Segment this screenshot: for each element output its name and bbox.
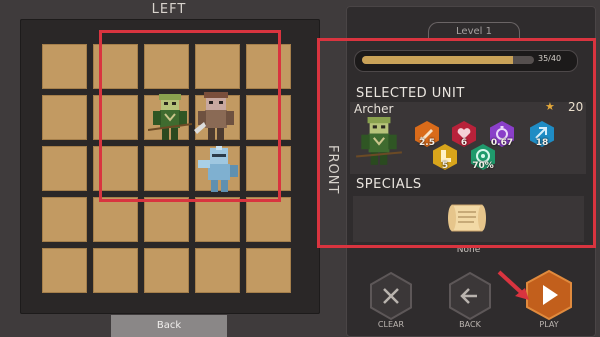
- grid-tile[interactable]: [42, 95, 87, 140]
- back-button[interactable]: Back: [111, 315, 227, 337]
- grid-tile[interactable]: [144, 197, 189, 242]
- grid-tile[interactable]: [246, 248, 291, 293]
- grid-tile[interactable]: [42, 197, 87, 242]
- grid-tile[interactable]: [195, 248, 240, 293]
- grid-tile[interactable]: [93, 197, 138, 242]
- close-icon: [370, 271, 412, 321]
- grid-tile[interactable]: [246, 197, 291, 242]
- board-title: LEFT: [151, 2, 187, 17]
- back-label: BACK: [459, 320, 481, 329]
- grid-tile[interactable]: [42, 248, 87, 293]
- panel-highlight-box: [317, 38, 596, 248]
- clear-button[interactable]: [366, 271, 416, 325]
- arrow-left-icon: [449, 271, 491, 321]
- grid-tile[interactable]: [93, 248, 138, 293]
- board-highlight-box: [99, 30, 281, 202]
- pointer-arrow-icon: [495, 268, 535, 308]
- grid-tile[interactable]: [42, 146, 87, 191]
- grid-tile[interactable]: [144, 248, 189, 293]
- grid-tile[interactable]: [195, 197, 240, 242]
- clear-label: CLEAR: [377, 320, 405, 329]
- grid-tile[interactable]: [42, 44, 87, 89]
- play-label: PLAY: [539, 320, 559, 329]
- back-nav-button[interactable]: [445, 271, 495, 325]
